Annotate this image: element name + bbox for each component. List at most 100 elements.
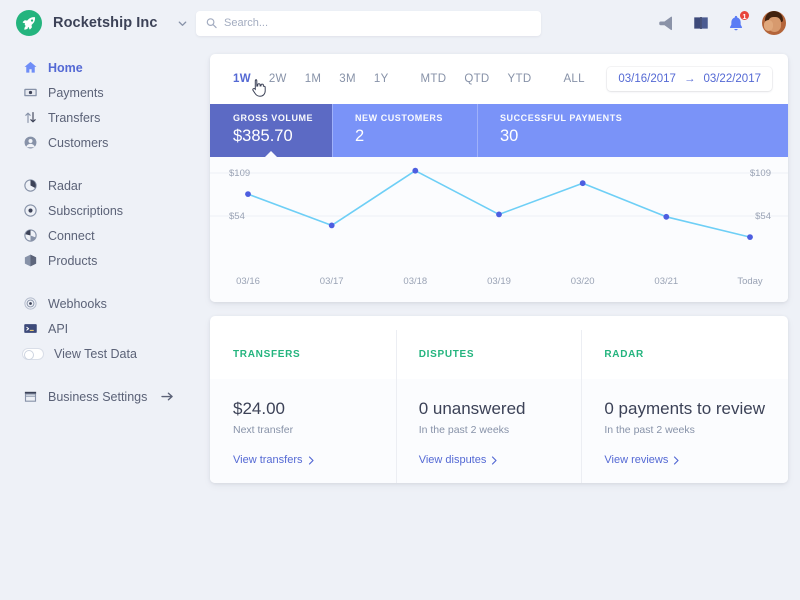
sidebar-item-products[interactable]: Products	[0, 248, 196, 273]
view-reviews-link[interactable]: View reviews	[604, 454, 765, 466]
metric-gross-volume[interactable]: GROSS VOLUME $385.70	[210, 104, 332, 157]
card-heading: TRANSFERS	[210, 330, 396, 379]
metric-new-customers[interactable]: NEW CUSTOMERS 2	[332, 104, 477, 157]
sidebar-item-transfers[interactable]: Transfers	[0, 105, 196, 130]
megaphone-icon[interactable]	[657, 14, 675, 32]
view-disputes-link[interactable]: View disputes	[419, 454, 559, 466]
range-tab-qtd[interactable]: QTD	[464, 73, 489, 85]
view-transfers-link[interactable]: View transfers	[233, 454, 373, 466]
api-icon	[22, 321, 38, 337]
home-icon	[22, 60, 38, 76]
card-value: 0 payments to review	[604, 399, 766, 418]
card-subtitle: In the past 2 weeks	[418, 424, 510, 436]
sidebar-item-business-settings[interactable]: Business Settings	[0, 384, 196, 409]
chevron-right-icon	[673, 455, 680, 465]
chevron-right-icon	[308, 455, 315, 465]
y-axis-label-top-left: $109	[229, 168, 251, 179]
sidebar-divider	[0, 273, 196, 291]
card-radar: RADAR 0 payments to review In the past 2…	[581, 330, 788, 483]
sidebar-item-view-test-data[interactable]: View Test Data	[0, 341, 196, 366]
metric-value: $385.70	[233, 127, 293, 145]
topbar-icon-group: 1	[657, 10, 800, 35]
sidebar-label: Webhooks	[48, 296, 107, 311]
x-axis: 03/16 03/17 03/18 03/19 03/20 03/21 Today	[210, 276, 788, 290]
link-label: View transfers	[233, 454, 303, 466]
sidebar-item-webhooks[interactable]: Webhooks	[0, 291, 196, 316]
metric-successful-payments[interactable]: SUCCESSFUL PAYMENTS 30	[477, 104, 788, 157]
sidebar-item-home[interactable]: Home	[0, 55, 196, 80]
sidebar-label: Subscriptions	[48, 203, 124, 218]
search-input[interactable]	[196, 10, 541, 36]
summary-cards-panel: TRANSFERS $24.00 Next transfer View tran…	[210, 316, 788, 483]
rocket-icon	[16, 10, 42, 36]
card-icon	[22, 85, 38, 101]
range-tab-1y[interactable]: 1Y	[374, 73, 389, 85]
sidebar-label: API	[48, 321, 69, 336]
x-axis-tick-label: 03/18	[403, 276, 428, 287]
date-range-end: 03/22/2017	[703, 73, 761, 85]
dashboard-app: Rocketship Inc Search... 1 Home Payments…	[0, 0, 800, 600]
sidebar-divider	[0, 155, 196, 173]
chevron-down-icon[interactable]	[177, 18, 188, 29]
range-tab-mtd[interactable]: MTD	[421, 73, 447, 85]
overview-panel: 1W 2W 1M 3M 1Y MTD QTD YTD ALL 03/16/201…	[210, 54, 788, 302]
sidebar-item-connect[interactable]: Connect	[0, 223, 196, 248]
card-subtitle: Next transfer	[233, 424, 294, 436]
x-axis-tick-label: 03/21	[654, 276, 679, 287]
sidebar-label: Radar	[48, 178, 83, 193]
connect-icon	[22, 228, 38, 244]
card-body: 0 unanswered In the past 2 weeks View di…	[395, 379, 582, 483]
radar-icon	[22, 178, 38, 194]
sidebar-label: Business Settings	[48, 389, 148, 404]
range-tab-1w[interactable]: 1W	[233, 73, 251, 85]
sidebar-label: Transfers	[48, 110, 101, 125]
card-body: 0 payments to review In the past 2 weeks…	[581, 379, 788, 483]
book-icon[interactable]	[692, 14, 710, 32]
brand-name: Rocketship Inc	[53, 15, 158, 31]
date-range-picker[interactable]: 03/16/2017 → 03/22/2017	[607, 67, 772, 91]
sidebar-label: View Test Data	[54, 346, 137, 361]
x-axis-tick-label: 03/17	[319, 276, 344, 287]
range-tab-1m[interactable]: 1M	[305, 73, 322, 85]
sidebar-item-payments[interactable]: Payments	[0, 80, 196, 105]
sidebar-divider	[0, 366, 196, 384]
metric-label: SUCCESSFUL PAYMENTS	[500, 113, 623, 123]
arrow-right-icon	[161, 391, 174, 402]
metric-value: 30	[500, 127, 519, 145]
gross-volume-chart: $109 $109 $54 $54 03/16 03/17 03/18 03/19 03…	[210, 157, 788, 302]
customers-icon	[22, 135, 38, 151]
card-transfers: TRANSFERS $24.00 Next transfer View tran…	[210, 330, 396, 483]
x-axis-tick-label: 03/16	[236, 276, 260, 287]
toggle-switch[interactable]	[22, 347, 44, 360]
metric-tab-bar: GROSS VOLUME $385.70 NEW CUSTOMERS 2 SUC…	[210, 104, 788, 157]
sidebar-item-radar[interactable]: Radar	[0, 173, 196, 198]
sidebar-item-subscriptions[interactable]: Subscriptions	[0, 198, 196, 223]
card-heading: DISPUTES	[395, 330, 582, 379]
summary-cards: TRANSFERS $24.00 Next transfer View tran…	[210, 330, 788, 483]
chart-plot-area	[210, 167, 788, 240]
range-tab-ytd[interactable]: YTD	[508, 73, 532, 85]
sidebar-label: Connect	[48, 228, 95, 243]
notification-badge: 1	[739, 10, 750, 21]
metric-label: NEW CUSTOMERS	[355, 113, 443, 123]
card-heading: RADAR	[581, 330, 788, 379]
store-icon	[22, 389, 38, 405]
range-tab-2w[interactable]: 2W	[269, 73, 287, 85]
range-tab-all[interactable]: ALL	[563, 73, 584, 85]
y-axis-label-middle-left: $54	[229, 211, 245, 222]
bell-icon[interactable]: 1	[727, 10, 750, 32]
link-label: View disputes	[418, 454, 487, 466]
subscriptions-icon	[22, 203, 38, 219]
card-value: 0 unanswered	[418, 399, 526, 418]
range-tab-3m[interactable]: 3M	[339, 73, 356, 85]
sidebar-label: Customers	[48, 135, 109, 150]
avatar[interactable]	[762, 11, 786, 35]
brand-selector[interactable]: Rocketship Inc	[0, 10, 196, 36]
x-axis-tick-label: 03/20	[570, 276, 595, 287]
webhooks-icon	[22, 296, 38, 312]
sidebar-label: Home	[48, 60, 83, 75]
card-disputes: DISPUTES 0 unanswered In the past 2 week…	[395, 330, 582, 483]
sidebar-item-customers[interactable]: Customers	[0, 130, 196, 155]
sidebar-item-api[interactable]: API	[0, 316, 196, 341]
products-icon	[22, 253, 38, 269]
